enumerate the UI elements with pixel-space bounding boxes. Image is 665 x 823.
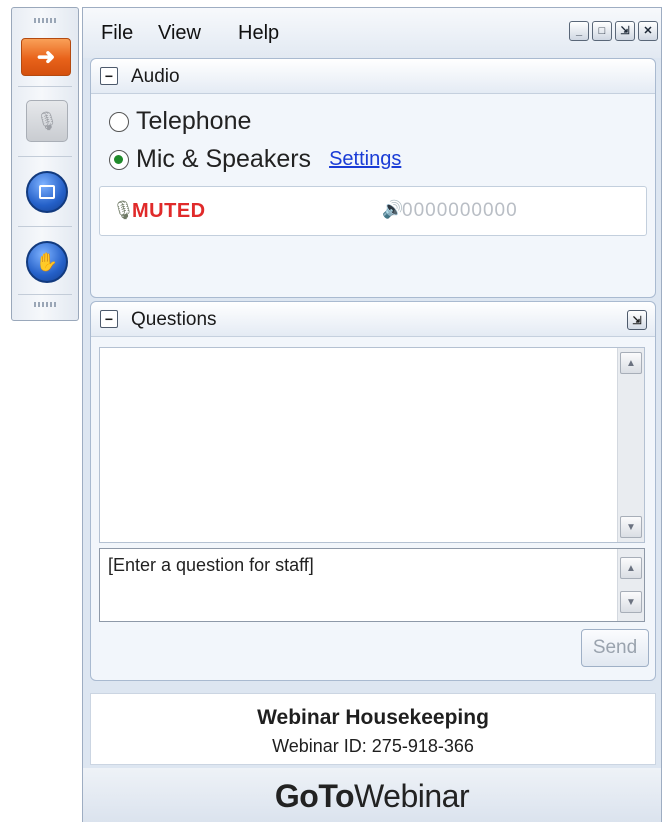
window-controls: _ □ ⇲ ✕ <box>569 21 658 41</box>
close-icon: ✕ <box>643 24 653 37</box>
minus-icon: − <box>104 311 114 327</box>
screen-icon <box>39 185 55 199</box>
logo-webinar: Webinar <box>354 778 470 814</box>
raise-hand-icon: ✋ <box>35 252 59 272</box>
brand-footer: GoToWebinar <box>83 768 661 822</box>
mic-speakers-option[interactable]: Mic & Speakers Settings <box>109 145 401 174</box>
questions-panel: − Questions ⇲ ▲ ▼ [Enter a question for … <box>90 301 656 681</box>
questions-log-scrollbar[interactable]: ▲ ▼ <box>617 348 644 542</box>
control-toolbar: ➜ 🎙 ✋ <box>11 7 79 321</box>
questions-panel-header: − Questions ⇲ <box>91 302 655 337</box>
popout-icon: ⇲ <box>632 314 642 327</box>
question-input-placeholder: [Enter a question for staff] <box>108 555 314 575</box>
speaker-icon: 🔊 <box>382 200 404 219</box>
audio-status-bar: 🎙 MUTED 🔊 0000000000 <box>99 186 647 236</box>
scroll-up-button[interactable]: ▲ <box>620 557 642 579</box>
muted-status: MUTED <box>132 200 206 222</box>
scroll-up-button[interactable]: ▲ <box>620 352 642 374</box>
audio-level-meter: 0000000000 <box>402 200 518 221</box>
toolbar-divider <box>18 226 72 227</box>
scroll-down-icon: ▼ <box>626 596 636 608</box>
mic-speakers-radio[interactable] <box>109 149 129 170</box>
questions-panel-title: Questions <box>131 309 217 330</box>
minimize-icon: _ <box>575 24 583 37</box>
webinar-info: Webinar Housekeeping Webinar ID: 275-918… <box>90 693 656 765</box>
scroll-down-button[interactable]: ▼ <box>620 516 642 538</box>
close-button[interactable]: ✕ <box>638 21 658 41</box>
scroll-down-button[interactable]: ▼ <box>620 591 642 613</box>
send-button[interactable]: Send <box>581 629 649 667</box>
arrow-right-icon: ➜ <box>36 44 56 69</box>
audio-settings-link[interactable]: Settings <box>329 148 401 171</box>
scroll-up-icon: ▲ <box>626 357 636 369</box>
telephone-option[interactable]: Telephone <box>109 107 251 136</box>
minimize-button[interactable]: _ <box>569 21 589 41</box>
microphone-icon: 🎙 <box>35 110 59 131</box>
question-input-scrollbar[interactable]: ▲ ▼ <box>617 549 644 621</box>
microphone-button[interactable]: 🎙 <box>26 100 68 142</box>
webinar-title: Webinar Housekeeping <box>257 706 489 729</box>
control-panel-window: File View Help _ □ ⇲ ✕ − Audio Telephone… <box>82 7 662 822</box>
question-input[interactable]: [Enter a question for staff] ▲ ▼ <box>99 548 645 622</box>
menu-help[interactable]: Help <box>238 22 279 45</box>
telephone-label: Telephone <box>136 107 252 135</box>
scroll-down-icon: ▼ <box>626 521 636 533</box>
questions-log[interactable]: ▲ ▼ <box>99 347 645 543</box>
toolbar-grip-bottom[interactable] <box>34 302 56 307</box>
scroll-up-icon: ▲ <box>626 562 636 574</box>
toolbar-divider <box>18 86 72 87</box>
restore-icon: □ <box>598 24 606 37</box>
raise-hand-button[interactable]: ✋ <box>26 241 68 283</box>
logo-goto: GoTo <box>274 778 355 814</box>
toolbar-divider <box>18 156 72 157</box>
menu-bar: File View Help _ □ ⇲ ✕ <box>83 8 661 58</box>
toolbar-grip-top[interactable] <box>34 18 56 23</box>
questions-collapse-button[interactable]: − <box>100 310 118 328</box>
restore-button[interactable]: □ <box>592 21 612 41</box>
show-hide-control-panel-button[interactable]: ➜ <box>21 38 71 76</box>
gotowebinar-logo: GoToWebinar <box>274 778 470 815</box>
audio-collapse-button[interactable]: − <box>100 67 118 85</box>
minus-icon: − <box>104 68 114 84</box>
audio-panel: − Audio Telephone Mic & Speakers Setting… <box>90 58 656 298</box>
screen-button[interactable] <box>26 171 68 213</box>
audio-panel-header: − Audio <box>91 59 655 94</box>
questions-popout-button[interactable]: ⇲ <box>627 310 647 330</box>
toolbar-divider <box>18 294 72 295</box>
menu-view[interactable]: View <box>158 22 201 45</box>
webinar-id: Webinar ID: 275-918-366 <box>272 736 474 756</box>
mic-speakers-label: Mic & Speakers <box>136 145 312 173</box>
popout-icon: ⇲ <box>620 24 630 37</box>
audio-panel-title: Audio <box>131 66 180 87</box>
popout-button[interactable]: ⇲ <box>615 21 635 41</box>
telephone-radio[interactable] <box>109 111 129 132</box>
menu-file[interactable]: File <box>101 22 133 45</box>
